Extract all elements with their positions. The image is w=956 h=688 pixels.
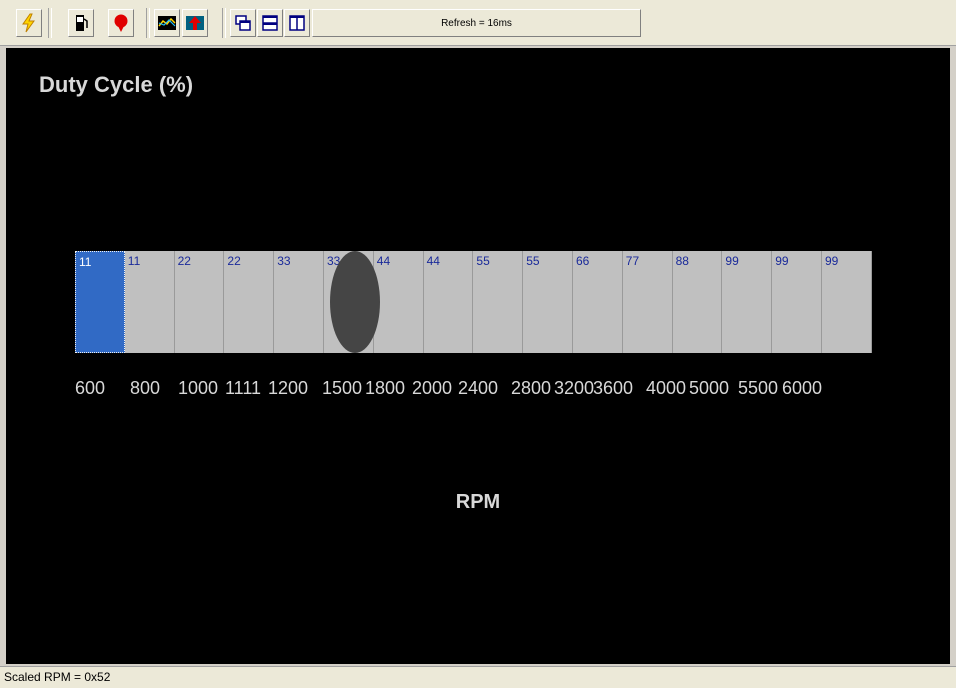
duty-cell[interactable]: 55 bbox=[523, 251, 573, 353]
tile-horizontal-icon bbox=[262, 15, 278, 31]
rpm-tick-label: 6000 bbox=[782, 378, 823, 398]
duty-cell[interactable]: 55 bbox=[473, 251, 524, 353]
duty-cell-value: 77 bbox=[625, 254, 640, 268]
duty-cell-value: 11 bbox=[127, 254, 141, 268]
cascade-windows-button[interactable] bbox=[230, 9, 256, 37]
rpm-tick-label: 1200 bbox=[268, 378, 309, 398]
duty-cycle-cells: 11 11 22 22 33 33 44 44 55 55 66 77 88 99 99 99 bbox=[75, 251, 872, 353]
tile-vertical-button[interactable] bbox=[284, 9, 310, 37]
panel-title: Duty Cycle (%) bbox=[39, 72, 194, 97]
duty-cell[interactable]: 99 bbox=[772, 251, 822, 353]
duty-cell[interactable]: 44 bbox=[423, 251, 474, 353]
duty-cell[interactable]: 88 bbox=[672, 251, 723, 353]
red-pin-icon bbox=[114, 14, 128, 32]
rpm-tick-label: 4000 bbox=[646, 378, 687, 398]
tile-vertical-icon bbox=[289, 15, 305, 31]
graph-up-icon bbox=[186, 16, 204, 30]
duty-cell-value: 99 bbox=[825, 254, 839, 268]
rpm-tick-label: 800 bbox=[130, 378, 161, 398]
duty-cell[interactable]: 22 bbox=[174, 251, 225, 353]
rpm-tick-label: 3600 bbox=[593, 378, 634, 398]
duty-cell-value: 88 bbox=[675, 254, 689, 268]
rpm-tick-label: 1000 bbox=[178, 378, 219, 398]
duty-cell-value: 22 bbox=[227, 254, 241, 268]
refresh-rate-button[interactable]: Refresh = 16ms bbox=[312, 9, 641, 37]
duty-cell[interactable]: 11 bbox=[124, 251, 175, 353]
fuel-pump-button[interactable] bbox=[68, 9, 94, 37]
duty-cell[interactable]: 77 bbox=[622, 251, 673, 353]
red-pin-button[interactable] bbox=[108, 9, 134, 37]
axis-label-rpm: RPM bbox=[455, 491, 501, 513]
rpm-tick-label: 1800 bbox=[365, 378, 406, 398]
duty-cell[interactable]: 44 bbox=[373, 251, 424, 353]
graph-up-button[interactable] bbox=[182, 9, 208, 37]
rpm-tick-label: 5000 bbox=[689, 378, 730, 398]
tile-horizontal-button[interactable] bbox=[257, 9, 283, 37]
rpm-tick-label: 2000 bbox=[412, 378, 453, 398]
duty-cell-value: 33 bbox=[277, 254, 291, 268]
duty-cell-value: 11 bbox=[79, 255, 92, 269]
duty-cell[interactable]: 22 bbox=[224, 251, 275, 353]
duty-cell[interactable]: 66 bbox=[573, 251, 623, 353]
rpm-tick-label: 2800 bbox=[511, 378, 552, 398]
rpm-tick-label: 1500 bbox=[322, 378, 363, 398]
rpm-tick-label: 1111 bbox=[225, 378, 262, 398]
duty-cell[interactable]: 11 bbox=[75, 251, 125, 353]
duty-cell-value: 22 bbox=[177, 254, 191, 268]
rpm-cursor bbox=[330, 251, 380, 353]
rpm-tick-label: 3200 bbox=[554, 378, 595, 398]
rpm-axis: 600 800 1000 1111 1200 1500 1800 2000 2400 2800 32… bbox=[75, 378, 895, 402]
fuel-pump-icon bbox=[76, 15, 88, 31]
duty-cell-value: 55 bbox=[476, 254, 490, 268]
rpm-tick-label: 600 bbox=[75, 378, 106, 398]
duty-cell-value: 66 bbox=[576, 254, 590, 268]
duty-cell-value: 44 bbox=[376, 254, 391, 268]
duty-cell[interactable]: 99 bbox=[722, 251, 773, 353]
flash-button[interactable] bbox=[16, 9, 42, 37]
duty-cell-value: 99 bbox=[775, 254, 789, 268]
rpm-tick-label: 5500 bbox=[738, 378, 779, 398]
rpm-tick-label: 2400 bbox=[458, 378, 499, 398]
toolbar: Refresh = 16ms bbox=[0, 0, 956, 46]
duty-cell-value: 99 bbox=[725, 254, 739, 268]
graph-icon bbox=[158, 16, 176, 30]
duty-cell[interactable]: 99 bbox=[822, 251, 872, 353]
duty-cell[interactable]: 33 bbox=[274, 251, 324, 353]
duty-cell-value: 55 bbox=[526, 254, 540, 268]
cascade-windows-icon bbox=[235, 15, 251, 31]
duty-cell-value: 44 bbox=[426, 254, 440, 268]
duty-cycle-panel: Duty Cycle (%) 11 11 22 22 33 33 44 44 55 55 66 77 8… bbox=[6, 48, 950, 664]
status-bar: Scaled RPM = 0x52 bbox=[0, 666, 956, 688]
flash-icon bbox=[22, 13, 35, 33]
graph-button[interactable] bbox=[154, 9, 180, 37]
